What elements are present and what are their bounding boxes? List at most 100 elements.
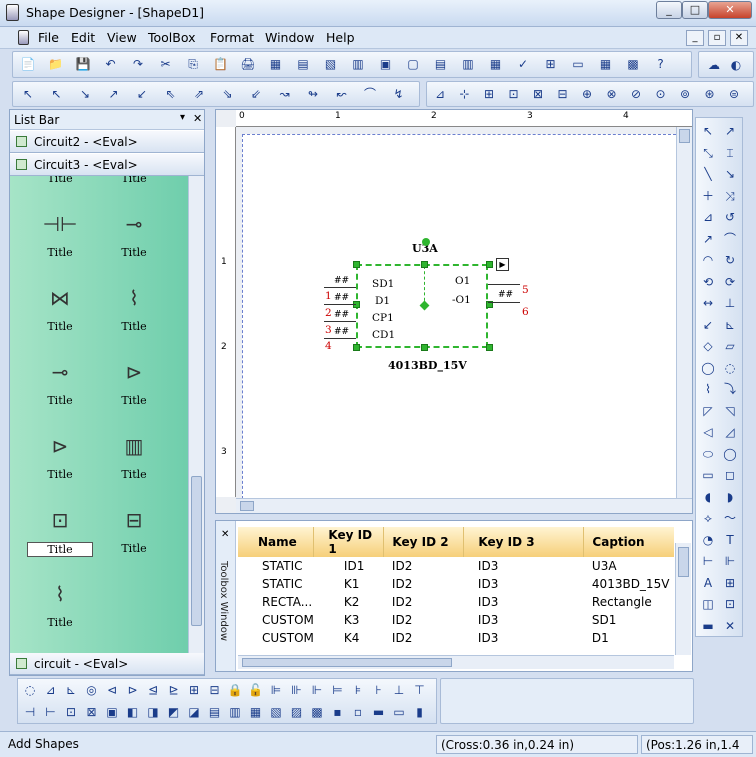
bottom_toolbar-tool-icon-23[interactable]: ⊠ <box>83 703 101 721</box>
col-header-key1[interactable]: Key ID 1 <box>313 527 385 557</box>
table-row[interactable]: CUSTOM K4 ID2 ID3 D1 <box>238 629 674 647</box>
resize-handle[interactable] <box>353 344 360 351</box>
right_toolbar-tool-icon-46[interactable]: ▬ <box>699 617 717 635</box>
shape-item[interactable]: Title <box>28 176 92 194</box>
table-row[interactable]: STATIC K1 ID2 ID3 4013BD_15V <box>238 575 674 593</box>
toolbar3-tool-icon-11[interactable]: ⊛ <box>701 85 719 103</box>
bottom_toolbar-tool-icon-19[interactable]: ⊤ <box>411 681 429 699</box>
table-cell[interactable]: ID3 <box>464 575 584 593</box>
shape-item[interactable]: Title <box>102 176 166 194</box>
right_toolbar-tool-icon-2[interactable]: ⤡ <box>699 144 717 162</box>
mdi-close-button[interactable]: ✕ <box>730 30 748 46</box>
toolbar3-tool-icon-10[interactable]: ⊚ <box>676 85 694 103</box>
mdi-minimize-button[interactable]: _ <box>686 30 704 46</box>
shape-item[interactable]: ⊡ Title <box>27 498 93 564</box>
toolbar1-tool-icon-18[interactable]: ✓ <box>514 55 532 73</box>
right_toolbar-tool-icon-34[interactable]: ◖ <box>699 488 717 506</box>
toolbar1-tool-icon-19[interactable]: ⊞ <box>542 55 560 73</box>
toolbar1-tool-icon-21[interactable]: ▦ <box>597 55 615 73</box>
bottom_toolbar-tool-icon-34[interactable]: ▩ <box>308 703 326 721</box>
menu-window[interactable]: Window <box>265 30 314 45</box>
toolbar2-tool-icon-2[interactable]: ↘ <box>76 85 94 103</box>
shape-item[interactable]: ⊳ Title <box>28 424 92 490</box>
bottom_toolbar-tool-icon-18[interactable]: ⊥ <box>390 681 408 699</box>
play-icon[interactable]: ▶ <box>496 258 509 271</box>
right_toolbar-tool-icon-37[interactable]: 〜 <box>721 509 739 527</box>
toolbar3-tool-icon-1[interactable]: ⊹ <box>456 85 474 103</box>
bottom_toolbar-tool-icon-4[interactable]: ⊲ <box>103 681 121 699</box>
table-hscrollbar[interactable] <box>238 655 674 669</box>
toolbar2-tool-icon-12[interactable]: ⌒ <box>361 85 379 103</box>
shape-icon[interactable]: ◐ <box>727 56 745 74</box>
bottom_toolbar-tool-icon-24[interactable]: ▣ <box>103 703 121 721</box>
table-cell[interactable]: ID3 <box>464 611 584 629</box>
table-cell[interactable]: CUSTOM <box>238 629 314 647</box>
table-cell[interactable]: ID1 <box>314 557 384 575</box>
resize-handle[interactable] <box>486 261 493 268</box>
mdi-restore-button[interactable]: ▫ <box>708 30 726 46</box>
right_toolbar-tool-icon-8[interactable]: ⊿ <box>699 208 717 226</box>
right_toolbar-tool-icon-6[interactable]: ＋ <box>699 187 717 205</box>
table-cell[interactable]: CUSTOM <box>238 611 314 629</box>
toolbar1-tool-icon-23[interactable]: ? <box>652 55 670 73</box>
col-header-caption[interactable]: Caption <box>583 527 674 557</box>
toolbox-close-icon[interactable]: ✕ <box>221 529 229 540</box>
right_toolbar-tool-icon-40[interactable]: ⊢ <box>699 552 717 570</box>
col-header-key3[interactable]: Key ID 3 <box>463 527 585 557</box>
scroll-thumb[interactable] <box>678 547 689 577</box>
bottom_toolbar-tool-icon-26[interactable]: ◨ <box>144 703 162 721</box>
right_toolbar-tool-icon-21[interactable]: ▱ <box>721 337 739 355</box>
table-cell[interactable]: ID2 <box>384 611 464 629</box>
right_toolbar-tool-icon-16[interactable]: ↔ <box>699 294 717 312</box>
bottom_toolbar-tool-icon-20[interactable]: ⊣ <box>21 703 39 721</box>
list-bar-close-icon[interactable]: ✕ <box>193 112 202 125</box>
toolbar1-tool-icon-0[interactable]: 📄 <box>19 55 37 73</box>
toolbar2-tool-icon-7[interactable]: ⇘ <box>219 85 237 103</box>
toolbar3-tool-icon-5[interactable]: ⊟ <box>554 85 572 103</box>
col-header-name[interactable]: Name <box>238 527 315 557</box>
bottom_toolbar-tool-icon-37[interactable]: ▬ <box>370 703 388 721</box>
shape-item[interactable]: ⊸ Title <box>102 202 166 268</box>
right_toolbar-tool-icon-5[interactable]: ↘ <box>721 165 739 183</box>
toolbar1-tool-icon-17[interactable]: ▦ <box>487 55 505 73</box>
shape-item[interactable]: ⌇ Title <box>28 572 92 638</box>
table-cell[interactable]: 4013BD_15V <box>584 575 674 593</box>
bottom_toolbar-tool-icon-9[interactable]: ⊟ <box>206 681 224 699</box>
right_toolbar-tool-icon-13[interactable]: ↻ <box>721 251 739 269</box>
right_toolbar-tool-icon-45[interactable]: ⊡ <box>721 595 739 613</box>
right_toolbar-tool-icon-29[interactable]: ◿ <box>721 423 739 441</box>
toolbar1-tool-icon-11[interactable]: ▧ <box>322 55 340 73</box>
table-cell[interactable]: ID2 <box>384 575 464 593</box>
toolbar1-tool-icon-5[interactable]: ✂ <box>157 55 175 73</box>
close-button[interactable]: ✕ <box>708 1 752 19</box>
toolbar3-tool-icon-3[interactable]: ⊡ <box>505 85 523 103</box>
toolbar3-tool-icon-2[interactable]: ⊞ <box>480 85 498 103</box>
right_toolbar-tool-icon-10[interactable]: ↗ <box>699 230 717 248</box>
menu-edit[interactable]: Edit <box>71 30 95 45</box>
bottom_toolbar-tool-icon-14[interactable]: ⊩ <box>308 681 326 699</box>
bottom_toolbar-tool-icon-3[interactable]: ◎ <box>83 681 101 699</box>
table-cell[interactable]: ID2 <box>384 593 464 611</box>
menu-toolbox[interactable]: ToolBox <box>148 30 196 45</box>
right_toolbar-tool-icon-18[interactable]: ↙ <box>699 316 717 334</box>
canvas-hscrollbar[interactable] <box>236 498 692 513</box>
toolbar1-tool-icon-1[interactable]: 📁 <box>47 55 65 73</box>
right_toolbar-tool-icon-15[interactable]: ⟳ <box>721 273 739 291</box>
right_toolbar-tool-icon-1[interactable]: ↗ <box>721 122 739 140</box>
bottom_toolbar-tool-icon-21[interactable]: ⊢ <box>42 703 60 721</box>
right_toolbar-tool-icon-36[interactable]: ⟡ <box>699 509 717 527</box>
scroll-thumb[interactable] <box>242 658 452 667</box>
table-cell[interactable]: ID3 <box>464 557 584 575</box>
drawing-page[interactable]: U3A ▶ SD1 D1 CP1 CD1 O1 -O1 ## ## ## ## … <box>242 134 676 504</box>
right_toolbar-tool-icon-3[interactable]: ⌶ <box>721 144 739 162</box>
table-cell[interactable]: ID3 <box>464 593 584 611</box>
right_toolbar-tool-icon-30[interactable]: ⬭ <box>699 445 717 463</box>
list-bar-scrollbar[interactable] <box>188 176 204 654</box>
toolbar2-tool-icon-1[interactable]: ↖ <box>48 85 66 103</box>
bottom_toolbar-tool-icon-22[interactable]: ⊡ <box>62 703 80 721</box>
right_toolbar-tool-icon-9[interactable]: ↺ <box>721 208 739 226</box>
bottom_toolbar-tool-icon-27[interactable]: ◩ <box>165 703 183 721</box>
bottom_toolbar-tool-icon-15[interactable]: ⊨ <box>329 681 347 699</box>
table-cell[interactable]: STATIC <box>238 557 314 575</box>
toolbar3-tool-icon-9[interactable]: ⊙ <box>652 85 670 103</box>
